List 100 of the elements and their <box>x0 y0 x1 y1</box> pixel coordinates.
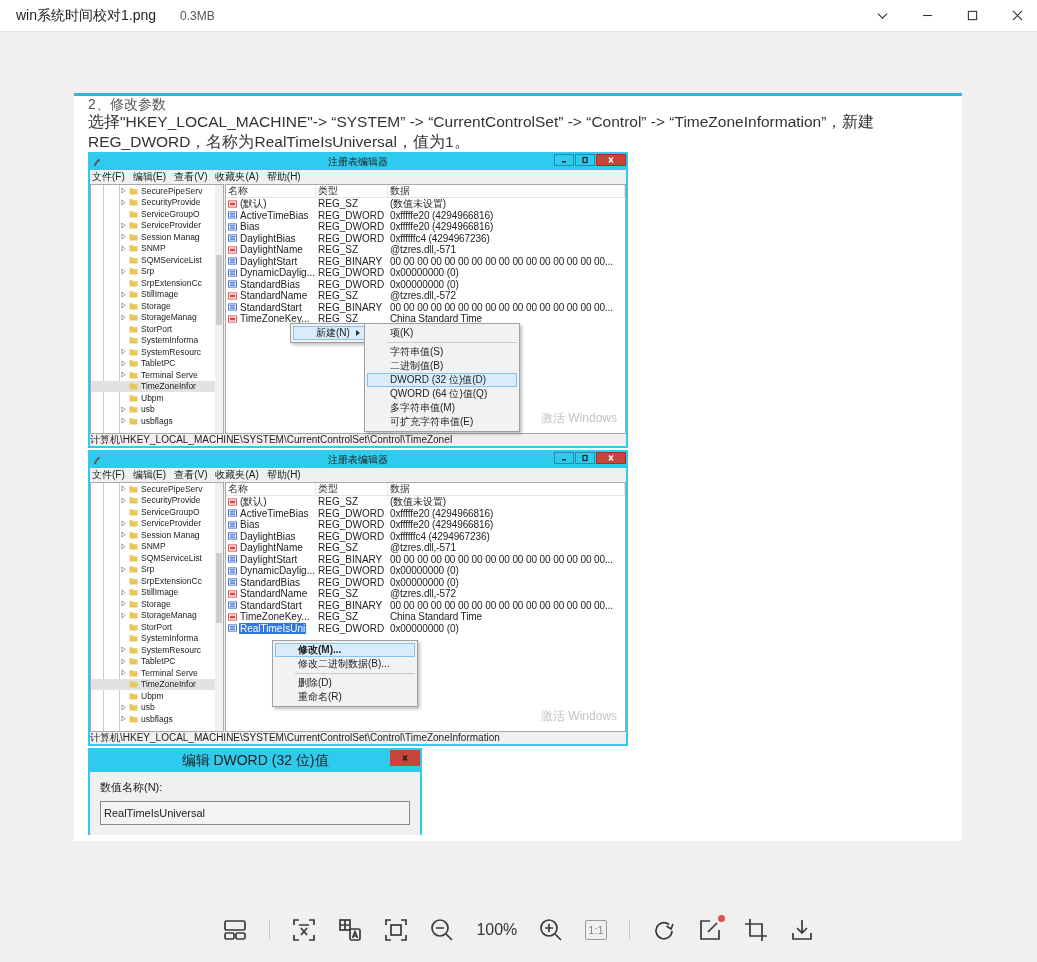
value-name[interactable]: Bias <box>239 221 261 233</box>
tree-item[interactable]: Ubpm <box>91 392 215 404</box>
expand-arrow-icon[interactable] <box>121 267 126 275</box>
maximize-button[interactable] <box>575 452 595 464</box>
tree-item[interactable]: StillImage <box>91 586 215 598</box>
column-header[interactable]: 数据 <box>388 185 625 197</box>
zoom-out-icon[interactable] <box>430 918 455 942</box>
expand-arrow-icon[interactable] <box>121 703 126 711</box>
tree-item[interactable]: SecurePipeServ <box>91 185 215 197</box>
value-name[interactable]: DaylightBias <box>239 232 297 244</box>
value-name[interactable]: ActiveTimeBias <box>239 209 310 221</box>
expand-arrow-icon[interactable] <box>121 302 126 310</box>
expand-arrow-icon[interactable] <box>121 348 126 356</box>
tree-item[interactable]: usbflags <box>91 713 215 725</box>
tree-item[interactable]: Storage <box>91 598 215 610</box>
tree-item[interactable]: TimeZoneInfor <box>91 678 215 690</box>
tree-item[interactable]: Ubpm <box>91 690 215 702</box>
expand-arrow-icon[interactable] <box>121 588 126 596</box>
tree-item[interactable]: Terminal Serve <box>91 369 215 381</box>
value-name[interactable]: StandardName <box>239 290 309 302</box>
tree-item[interactable]: Session Manag <box>91 231 215 243</box>
tree-item[interactable]: StorPort <box>91 323 215 335</box>
menu-item[interactable]: 编辑(E) <box>132 171 167 183</box>
menu-item[interactable]: 字符串值(S) <box>367 345 517 359</box>
tree-item[interactable]: usb <box>91 701 215 713</box>
text-recognition-icon[interactable] <box>292 918 317 942</box>
expand-arrow-icon[interactable] <box>121 669 126 677</box>
value-name[interactable]: StandardBias <box>239 278 302 290</box>
value-name[interactable]: TimeZoneKey... <box>239 313 311 325</box>
expand-arrow-icon[interactable] <box>121 542 126 550</box>
expand-arrow-icon[interactable] <box>121 244 126 252</box>
tree-item[interactable]: SystemResourc <box>91 644 215 656</box>
close-button[interactable] <box>390 750 420 766</box>
tree-item[interactable]: StorageManag <box>91 609 215 621</box>
tree-item[interactable]: Srp <box>91 563 215 575</box>
expand-arrow-icon[interactable] <box>121 405 126 413</box>
menu-item[interactable]: 收藏夹(A) <box>215 469 259 481</box>
expand-arrow-icon[interactable] <box>121 519 126 527</box>
tree-item[interactable]: usb <box>91 403 215 415</box>
menu-item[interactable]: 二进制值(B) <box>367 359 517 373</box>
value-name[interactable]: DaylightStart <box>239 255 299 267</box>
expand-arrow-icon[interactable] <box>121 485 126 493</box>
column-header[interactable]: 名称 <box>226 185 316 197</box>
edit-icon[interactable] <box>697 918 722 942</box>
expand-arrow-icon[interactable] <box>121 611 126 619</box>
close-button[interactable] <box>596 154 626 166</box>
column-header[interactable]: 名称 <box>226 483 316 495</box>
tree-item[interactable]: SecurityProvide <box>91 494 215 506</box>
maximize-button[interactable] <box>575 154 595 166</box>
value-name[interactable]: DaylightBias <box>239 530 297 542</box>
tree-item[interactable]: SQMServiceList <box>91 254 215 266</box>
translate-icon[interactable] <box>338 918 363 942</box>
menu-item[interactable]: 文件(F) <box>92 469 125 481</box>
expand-arrow-icon[interactable] <box>121 313 126 321</box>
tree-item[interactable]: SrpExtensionCc <box>91 575 215 587</box>
expand-arrow-icon[interactable] <box>121 233 126 241</box>
value-name-field[interactable]: RealTimeIsUniversal <box>100 801 410 825</box>
menu-item[interactable]: 可扩充字符串值(E) <box>367 415 517 429</box>
expand-arrow-icon[interactable] <box>121 646 126 654</box>
tree-item[interactable]: TimeZoneInfor <box>91 380 215 392</box>
value-name[interactable]: (默认) <box>239 496 268 508</box>
expand-arrow-icon[interactable] <box>121 565 126 573</box>
value-name[interactable]: StandardBias <box>239 576 302 588</box>
tree-item[interactable]: SecurePipeServ <box>91 483 215 495</box>
download-icon[interactable] <box>789 918 814 942</box>
tree-item[interactable]: TabletPC <box>91 357 215 369</box>
value-name[interactable]: Bias <box>239 519 261 531</box>
value-name[interactable]: DaylightName <box>239 542 304 554</box>
tree-item[interactable]: ServiceGroupO <box>91 506 215 518</box>
tree-item[interactable]: usbflags <box>91 415 215 427</box>
menu-item[interactable]: QWORD (64 位)值(Q) <box>367 387 517 401</box>
expand-arrow-icon[interactable] <box>121 600 126 608</box>
menu-item[interactable]: 修改(M)... <box>275 643 415 657</box>
scrollbar[interactable] <box>215 185 223 433</box>
value-name[interactable]: DynamicDaylig... <box>239 565 317 577</box>
tree-item[interactable]: ServiceGroupO <box>91 208 215 220</box>
value-name[interactable]: StandardStart <box>239 301 303 313</box>
expand-arrow-icon[interactable] <box>121 417 126 425</box>
expand-arrow-icon[interactable] <box>121 531 126 539</box>
menu-item[interactable]: 新建(N) <box>293 326 365 340</box>
tree-item[interactable]: SystemInforma <box>91 632 215 644</box>
value-name[interactable]: TimeZoneKey... <box>239 611 311 623</box>
menu-item[interactable]: 收藏夹(A) <box>215 171 259 183</box>
tree-item[interactable]: StorPort <box>91 621 215 633</box>
menu-item[interactable]: 查看(V) <box>174 469 208 481</box>
tree-item[interactable]: SNMP <box>91 540 215 552</box>
tree-item[interactable]: ServiceProvider <box>91 517 215 529</box>
value-name[interactable]: DaylightStart <box>239 553 299 565</box>
close-icon[interactable] <box>1012 10 1023 21</box>
tree-item[interactable]: Storage <box>91 300 215 312</box>
expand-arrow-icon[interactable] <box>121 290 126 298</box>
menu-item[interactable]: 多字符串值(M) <box>367 401 517 415</box>
close-button[interactable] <box>596 452 626 464</box>
expand-arrow-icon[interactable] <box>121 715 126 723</box>
expand-arrow-icon[interactable] <box>121 221 126 229</box>
tree-item[interactable]: SQMServiceList <box>91 552 215 564</box>
tree-item[interactable]: StillImage <box>91 288 215 300</box>
tree-item[interactable]: SrpExtensionCc <box>91 277 215 289</box>
chevron-down-icon[interactable] <box>877 10 888 21</box>
tree-item[interactable]: TabletPC <box>91 655 215 667</box>
